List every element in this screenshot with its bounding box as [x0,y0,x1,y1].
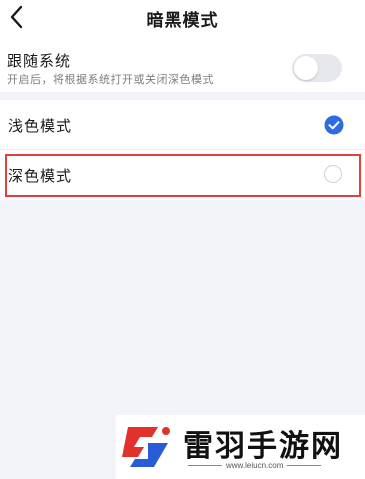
watermark-url: www.leiucn.com [226,461,284,470]
watermark-logo [122,427,170,467]
option-dark-mode-label: 深色模式 [8,167,73,185]
follow-system-title: 跟随系统 [7,52,72,70]
follow-system-toggle[interactable] [292,54,342,82]
watermark: 雷羽手游网 www.leiucn.com [116,415,365,479]
watermark-url-row: www.leiucn.com [184,461,325,470]
page-title: 暗黑模式 [146,11,219,31]
divider [188,465,222,466]
header-bar: 暗黑模式 [0,0,365,36]
follow-system-description: 开启后，将根据系统打开或关闭深色模式 [7,73,214,86]
divider [287,465,322,466]
option-dark-mode[interactable]: 深色模式 [0,150,365,200]
option-light-mode-label: 浅色模式 [8,117,73,135]
option-light-mode[interactable]: 浅色模式 [0,100,365,150]
watermark-name: 雷羽手游网 [183,429,343,464]
check-circle-icon [324,115,344,135]
toggle-knob [294,56,318,80]
follow-system-row: 跟随系统 开启后，将根据系统打开或关闭深色模式 [0,36,365,92]
empty-radio-icon [324,165,342,183]
